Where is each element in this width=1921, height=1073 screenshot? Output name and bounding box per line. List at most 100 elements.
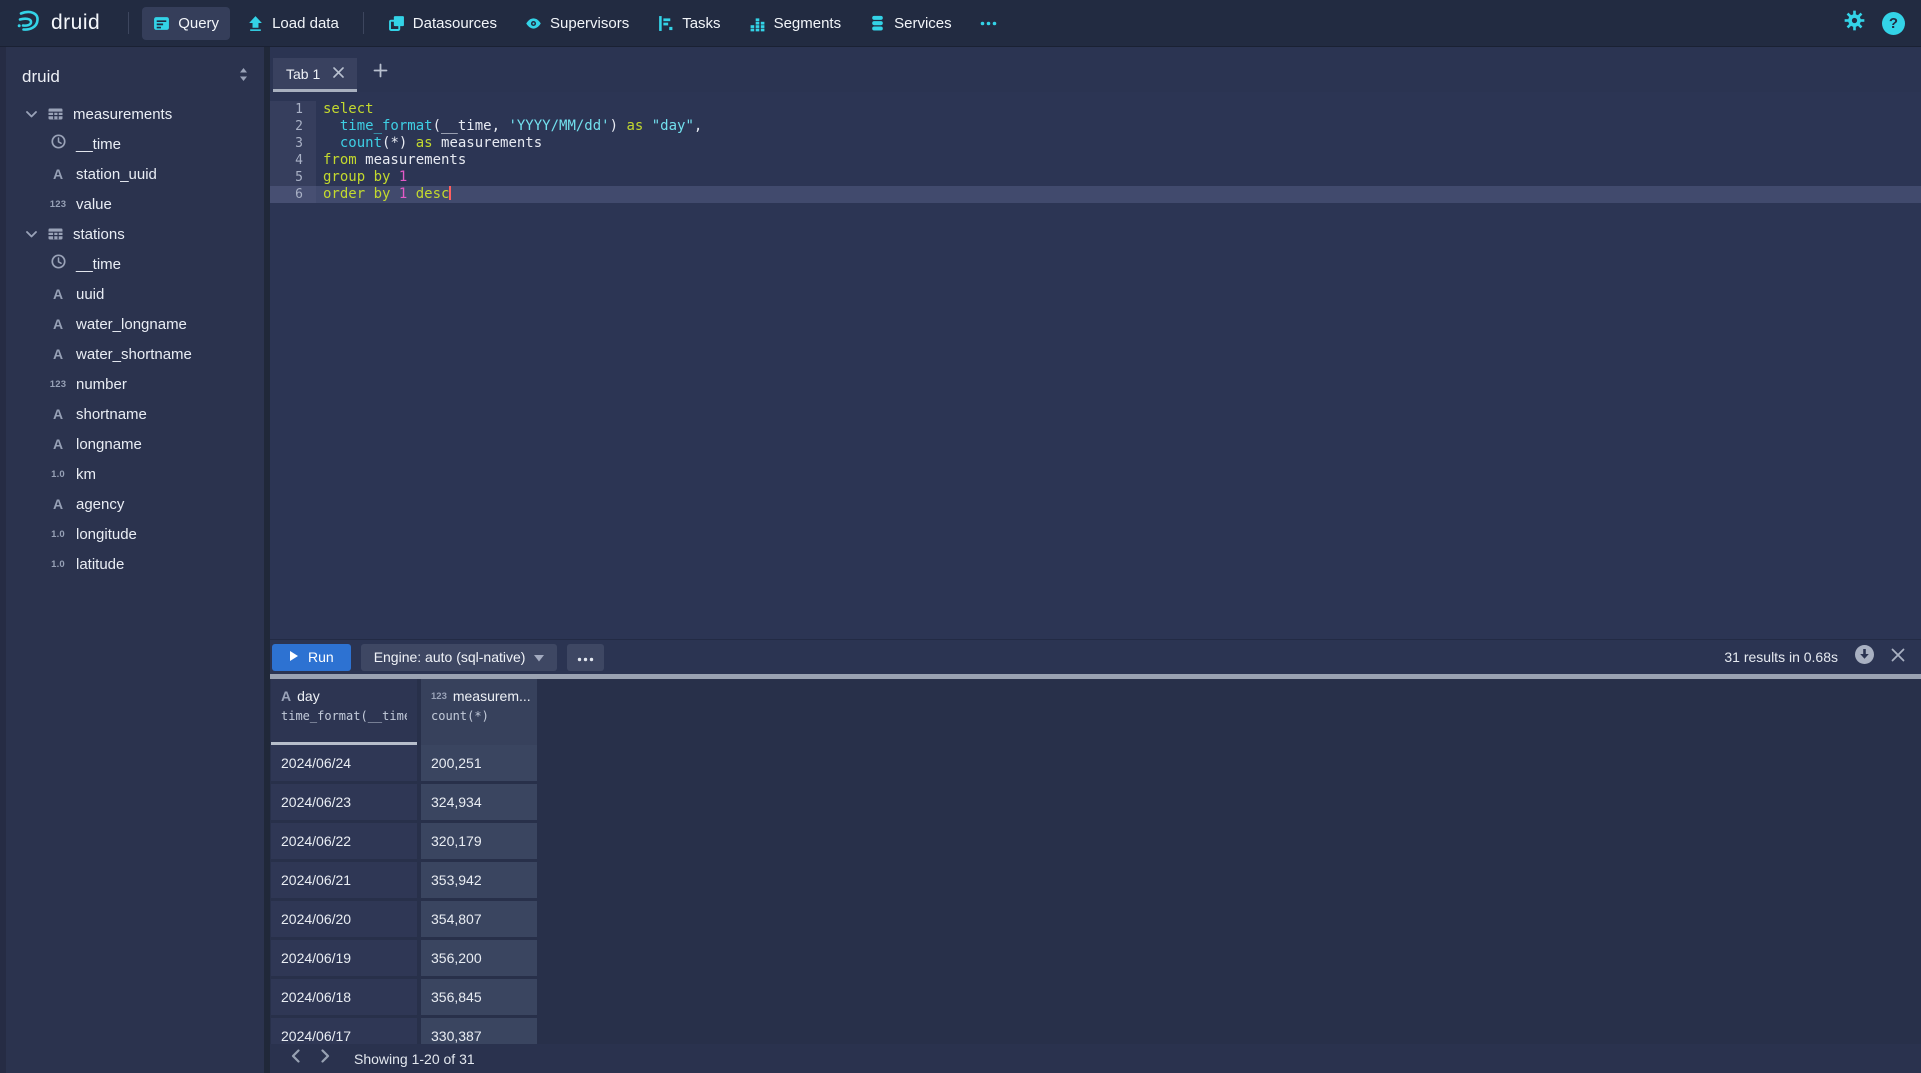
next-page-button[interactable] [310,1046,340,1072]
table-cell[interactable]: 2024/06/24 [271,745,417,781]
nav-item-supervisors[interactable]: Supervisors [514,7,640,40]
column-label: __time [76,256,121,273]
code-line-2[interactable]: 2 time_format(__time, 'YYYY/MM/dd') as "… [270,118,1921,135]
table-cell[interactable]: 356,845 [421,979,537,1015]
string-column-icon: A [47,316,69,332]
tree-column-__time[interactable]: __time [6,129,264,159]
download-results-button[interactable] [1854,644,1875,670]
supervisors-icon [525,15,542,32]
table-cell[interactable]: 2024/06/19 [271,940,417,976]
nav-item-label: Tasks [682,15,720,32]
tree-column-agency[interactable]: Aagency [6,489,264,519]
chevron-down-icon[interactable] [26,231,38,238]
top-navbar: druid QueryLoad data DatasourcesSuperviso… [0,0,1921,47]
prev-page-button[interactable] [280,1046,310,1072]
column-header-2[interactable]: 123measurem... count(*) [421,679,537,745]
table-cell[interactable]: 2024/06/17 [271,1018,417,1044]
tree-column-number[interactable]: 123number [6,369,264,399]
druid-brand[interactable]: druid [16,8,100,39]
nav-item-datasources[interactable]: Datasources [377,7,508,40]
nav-item-services[interactable]: Services [858,7,963,40]
tasks-icon [657,15,674,32]
tree-column-water_shortname[interactable]: Awater_shortname [6,339,264,369]
column-label: water_shortname [76,346,192,363]
tree-column-uuid[interactable]: Auuid [6,279,264,309]
showing-label: Showing 1-20 of 31 [354,1051,475,1067]
float-column-icon: 1.0 [47,559,69,570]
datasources-icon [388,15,405,32]
table-row: 2024/06/18356,845 [271,979,1921,1018]
code-line-1[interactable]: 1select [270,101,1921,118]
results-header-row: Adaytime_format(__time, … 123measurem... c… [271,679,1921,745]
table-cell[interactable]: 324,934 [421,784,537,820]
table-cell[interactable]: 2024/06/22 [271,823,417,859]
tree-column-__time[interactable]: __time [6,249,264,279]
column-header-1[interactable]: Adaytime_format(__time, … [271,679,417,745]
int-column-icon: 123 [47,199,69,210]
column-expression: time_format(__time, … [281,709,407,723]
caret-down-icon [534,649,544,665]
table-cell[interactable]: 353,942 [421,862,537,898]
line-number: 5 [270,169,316,186]
new-tab-button[interactable] [373,63,388,83]
table-cell[interactable]: 2024/06/18 [271,979,417,1015]
table-row: 2024/06/22320,179 [271,823,1921,862]
tree-column-latitude[interactable]: 1.0 latitude [6,549,264,579]
code-line-6[interactable]: 6order by 1 desc [270,186,1921,203]
table-cell[interactable]: 320,179 [421,823,537,859]
table-row: 2024/06/17330,387 [271,1018,1921,1044]
column-header-name: 123measurem... [431,688,527,704]
tree-column-station_uuid[interactable]: Astation_uuid [6,159,264,189]
druid-logo-icon [16,8,42,39]
tab-close-button[interactable] [333,65,344,83]
navbar-divider [128,12,129,34]
string-column-icon: A [281,688,291,704]
tree-column-longname[interactable]: Alongname [6,429,264,459]
code-lines: 1select2 time_format(__time, 'YYYY/MM/dd… [270,101,1921,203]
schema-sort-button[interactable] [237,67,250,87]
help-button[interactable]: ? [1882,12,1905,35]
table-cell[interactable]: 200,251 [421,745,537,781]
column-label: station_uuid [76,166,157,183]
chevron-down-icon[interactable] [26,111,38,118]
tree-column-value[interactable]: 123value [6,189,264,219]
tree-table-measurements[interactable]: measurements [6,99,264,129]
tab-query-1[interactable]: Tab 1 [273,58,357,92]
engine-select-button[interactable]: Engine: auto (sql-native) [361,644,558,671]
nav-item-segments[interactable]: Segments [738,7,853,40]
tree-column-km[interactable]: 1.0km [6,459,264,489]
code-line-4[interactable]: 4from measurements [270,152,1921,169]
table-cell[interactable]: 356,200 [421,940,537,976]
tree-column-longitude[interactable]: 1.0longitude [6,519,264,549]
table-row: 2024/06/19356,200 [271,940,1921,979]
query-more-button[interactable] [567,644,604,671]
nav-item-load-data[interactable]: Load data [236,7,350,40]
settings-button[interactable] [1842,11,1866,35]
results-pagination: Showing 1-20 of 31 [270,1044,1921,1073]
nav-item-label: Segments [774,15,842,32]
table-cell[interactable]: 330,387 [421,1018,537,1044]
close-icon [1891,648,1905,667]
close-results-button[interactable] [1891,648,1905,667]
navbar-items: QueryLoad data DatasourcesSupervisors Task… [139,0,1010,46]
code-line-3[interactable]: 3 count(*) as measurements [270,135,1921,152]
nav-item-query[interactable]: Query [142,7,230,40]
query-tabbar: Tab 1 [270,47,1921,92]
code-line-5[interactable]: 5group by 1 [270,169,1921,186]
table-cell[interactable]: 2024/06/21 [271,862,417,898]
column-expression: count(*) [431,709,527,723]
column-label: latitude [76,556,124,573]
run-button[interactable]: Run [272,644,351,671]
tree-column-shortname[interactable]: Ashortname [6,399,264,429]
table-cell[interactable]: 2024/06/20 [271,901,417,937]
results-table: Adaytime_format(__time, … 123measurem... c… [270,679,1921,1044]
column-label: longname [76,436,142,453]
tree-column-water_longname[interactable]: Awater_longname [6,309,264,339]
tree-table-stations[interactable]: stations [6,219,264,249]
nav-item-more[interactable] [969,7,1008,40]
run-toolbar: Run Engine: auto (sql-native) 31 results… [270,639,1921,674]
nav-item-tasks[interactable]: Tasks [646,7,731,40]
table-cell[interactable]: 2024/06/23 [271,784,417,820]
sql-editor[interactable]: 1select2 time_format(__time, 'YYYY/MM/dd… [270,92,1921,639]
table-cell[interactable]: 354,807 [421,901,537,937]
